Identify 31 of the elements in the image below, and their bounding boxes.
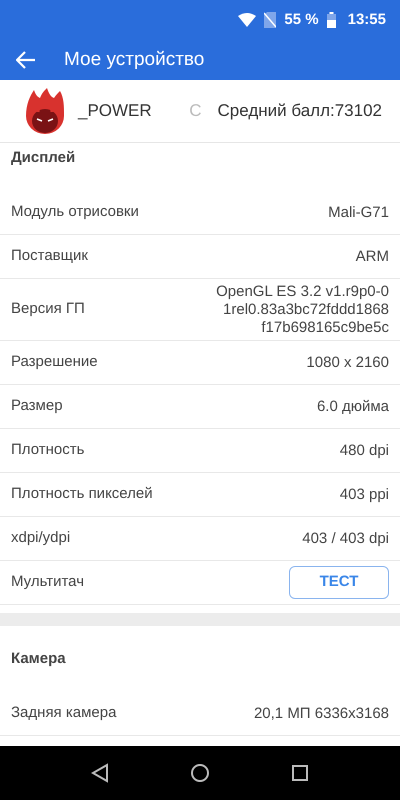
header-tab[interactable]: Средний балл:73102	[218, 98, 382, 124]
row-label: Плотность	[11, 440, 84, 460]
back-icon[interactable]	[16, 51, 36, 69]
battery-icon	[326, 12, 336, 28]
app-title: Мое устройство	[64, 48, 204, 72]
row-value: Mali-G71	[328, 204, 389, 222]
row-value: 6.0 дюйма	[316, 398, 389, 416]
row-value: 20,1 МП 6336x3168	[254, 704, 389, 722]
row-label: Разрешение	[11, 352, 98, 372]
clock: 13:55	[348, 10, 386, 30]
row-label: Версия ГП	[11, 299, 85, 320]
header-tab[interactable]: _POWER	[78, 98, 152, 124]
row-value: 403 / 403 dpi	[302, 530, 389, 548]
row-label: Поставщик	[11, 246, 88, 266]
section-title: Дисплей	[10, 148, 76, 168]
row-label: Размер	[11, 396, 63, 416]
row-label: Модуль отрисовки	[11, 202, 139, 222]
row-value: 480 dpi	[340, 442, 389, 460]
row-label: xdpi/ydpi	[11, 528, 70, 548]
wifi-icon	[238, 13, 256, 27]
no-sim-icon	[264, 12, 276, 28]
test-button[interactable]: ТЕСТ	[289, 566, 389, 599]
row-label: Задняя камера	[11, 703, 116, 724]
battery-percent: 55 %	[284, 10, 319, 30]
row-value: ARM	[356, 248, 389, 266]
section-title: Камера	[10, 648, 67, 669]
row-label: Мультитач	[11, 572, 84, 592]
row-value: 1080 x 2160	[306, 354, 389, 372]
row-label: Плотность пикселей	[11, 484, 153, 504]
row-value: 403 ppi	[340, 486, 389, 504]
row-value: OpenGL ES 3.2 v1.r9p0-0 1rel0.83a3bc72fddd1868 f17b698165c9be5c	[216, 282, 389, 336]
